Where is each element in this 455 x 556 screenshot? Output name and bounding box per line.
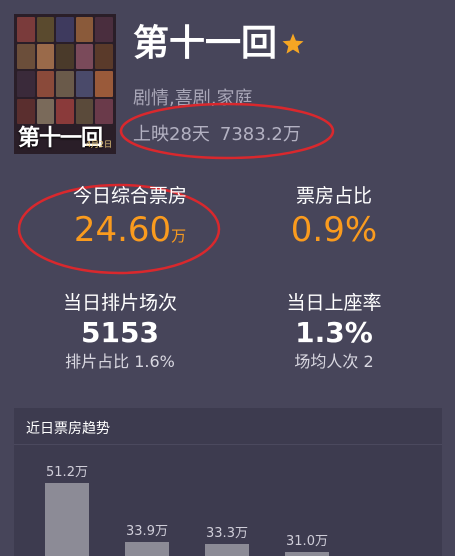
total-box-office: 7383.2万 [219,124,301,145]
box-office-trend-panel[interactable]: 近日票房趋势 51.2万33.9万33.3万31.0万23.9万 [14,408,442,556]
trend-bar[interactable] [205,544,249,556]
movie-poster[interactable]: 第十一回 4月2日 [14,14,116,154]
stat-screenings: 当日排片场次 5153 排片占比 1.6% [30,291,210,373]
today-box-office-value: 24.60 [73,210,172,250]
today-box-office-unit: 万 [171,227,187,245]
stat-box-office-share: 票房占比 0.9% [244,184,424,252]
box-office-share-value: 0.9% [290,210,378,250]
stat-today-box-office: 今日综合票房 24.60万 [40,184,220,252]
movie-genres: 剧情,喜剧,家庭 [133,88,253,109]
screenings-value: 5153 [81,316,159,349]
stat-label: 当日排片场次 [62,292,177,314]
trend-bar[interactable] [285,552,329,556]
stat-label: 今日综合票房 [72,185,187,207]
star-icon[interactable] [281,32,305,56]
trend-bar-label: 31.0万 [286,534,328,550]
stat-label: 当日上座率 [286,292,382,314]
trend-title: 近日票房趋势 [26,421,110,437]
stat-value-row: 24.60万 [40,208,220,252]
trend-bar[interactable] [125,542,169,556]
trend-bar-label: 33.3万 [206,526,248,542]
screening-share: 排片占比 1.6% [65,352,175,371]
release-info: 上映28天 7383.2万 [133,120,301,146]
trend-bar-label: 33.9万 [126,524,168,540]
avg-attendance: 场均人次 2 [294,352,374,371]
occupancy-value: 1.3% [295,316,373,349]
movie-detail-page: 第十一回 4月2日 第十一回 剧情,喜剧,家庭 上映28天 7383.2万 今日综… [0,0,455,556]
divider [14,444,442,445]
movie-title: 第十一回 [133,23,278,64]
trend-bar-label: 51.2万 [46,465,88,480]
movie-title-row: 第十一回 [133,22,305,66]
trend-bar[interactable] [45,483,89,556]
stat-label: 票房占比 [295,185,372,207]
release-days: 上映28天 [133,124,210,145]
stat-occupancy: 当日上座率 1.3% 场均人次 2 [244,291,424,373]
poster-date: 4月2日 [85,140,112,149]
